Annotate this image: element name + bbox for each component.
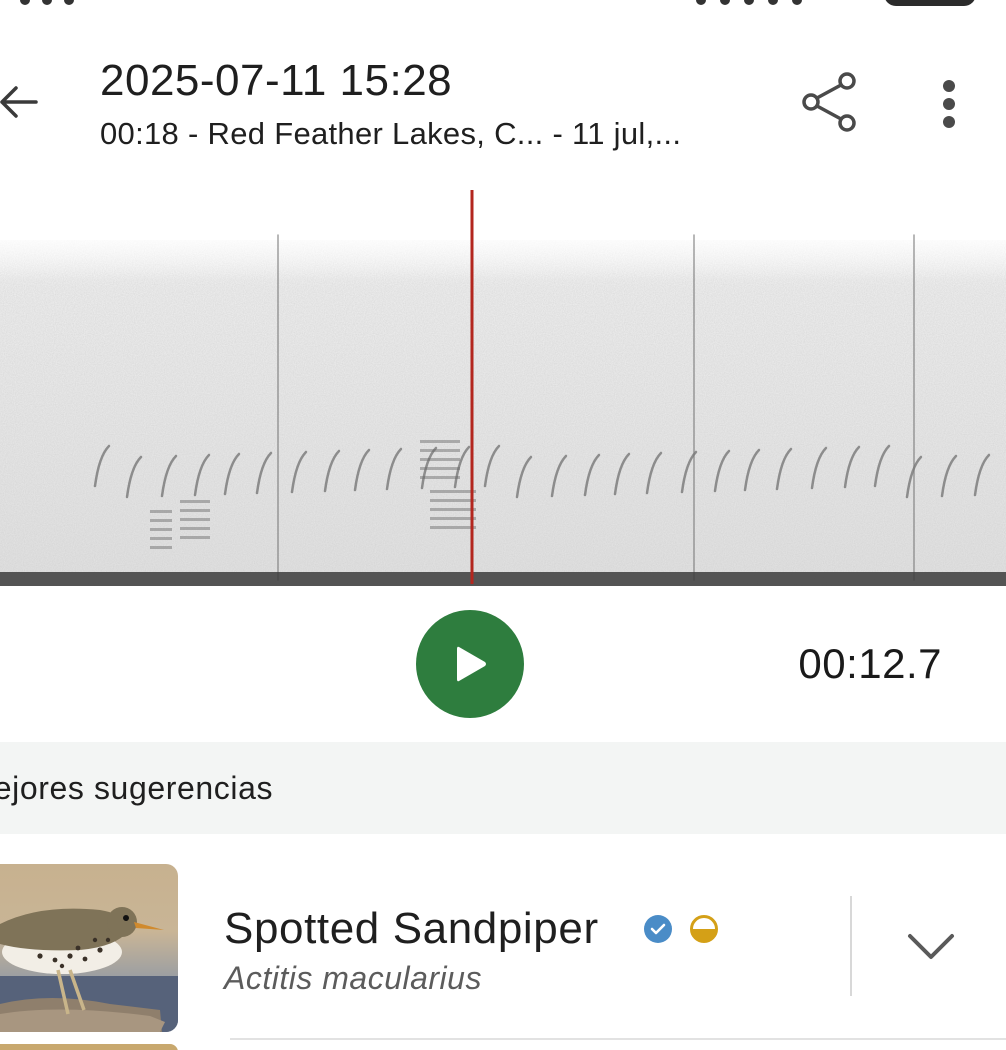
- spectrogram-harmonic-band: [420, 440, 460, 443]
- row-divider: [230, 1038, 1006, 1040]
- top-app-bar: 2025-07-11 15:28 00:18 - Red Feather Lak…: [0, 40, 1006, 170]
- spectrogram-canvas[interactable]: [0, 190, 1006, 588]
- spectrogram-harmonic-band: [430, 508, 476, 511]
- vertical-divider: [850, 896, 852, 996]
- half-circle-rarity-icon: [690, 915, 718, 943]
- status-bar: [0, 0, 1006, 10]
- spectrogram-harmonic-band: [430, 499, 476, 502]
- spectrogram-harmonic-band: [150, 546, 172, 549]
- spectrogram-harmonic-band: [420, 467, 460, 470]
- spectrogram-harmonic-band: [430, 490, 476, 493]
- species-thumbnail[interactable]: [0, 864, 178, 1032]
- arrow-left-icon: [0, 86, 38, 118]
- recording-title: 2025-07-11 15:28: [100, 56, 453, 105]
- species-scientific-name: Actitis macularius: [224, 960, 482, 996]
- suggestions-section-header: lejores sugerencias: [0, 742, 1006, 834]
- spectrogram-harmonic-band: [180, 518, 210, 521]
- recording-subtitle: 00:18 - Red Feather Lakes, C... - 11 jul…: [100, 116, 682, 151]
- spectrogram-harmonic-band: [180, 509, 210, 512]
- status-left-icons: [20, 0, 100, 5]
- verified-check-icon: [644, 915, 672, 943]
- playback-time: 00:12.7: [798, 640, 942, 687]
- share-icon: [802, 72, 856, 132]
- spectrogram-harmonic-band: [420, 458, 460, 461]
- spectrogram-harmonic-band: [180, 536, 210, 539]
- chevron-down-icon: [908, 934, 954, 959]
- battery-pill: [884, 0, 976, 6]
- next-species-thumbnail[interactable]: [0, 1044, 178, 1050]
- player-controls: 00:12.7: [0, 600, 1006, 730]
- list-item[interactable]: Spotted Sandpiper Actitis macularius: [0, 834, 1006, 1050]
- more-vertical-icon: [943, 80, 955, 128]
- spectrogram-harmonic-band: [430, 526, 476, 529]
- status-right-icons: [696, 0, 866, 5]
- spectrogram-harmonic-band: [180, 527, 210, 530]
- play-button[interactable]: [416, 610, 524, 718]
- back-button[interactable]: [0, 78, 42, 126]
- expand-button[interactable]: [898, 918, 964, 974]
- play-icon: [457, 646, 486, 682]
- section-title: lejores sugerencias: [0, 770, 274, 806]
- spectrogram-harmonic-band: [150, 519, 172, 522]
- spectrogram[interactable]: [0, 190, 1006, 588]
- spectrogram-harmonic-band: [150, 528, 172, 531]
- bird-image: [0, 907, 178, 1032]
- spectrogram-harmonic-band: [420, 476, 460, 479]
- species-common-name: Spotted Sandpiper: [224, 904, 599, 953]
- more-options-button[interactable]: [920, 72, 978, 136]
- spectrogram-harmonic-band: [150, 537, 172, 540]
- spectrogram-harmonic-band: [420, 449, 460, 452]
- spectrogram-harmonic-band: [430, 517, 476, 520]
- share-button[interactable]: [796, 68, 864, 136]
- spectrogram-harmonic-band: [150, 510, 172, 513]
- spectrogram-harmonic-band: [180, 500, 210, 503]
